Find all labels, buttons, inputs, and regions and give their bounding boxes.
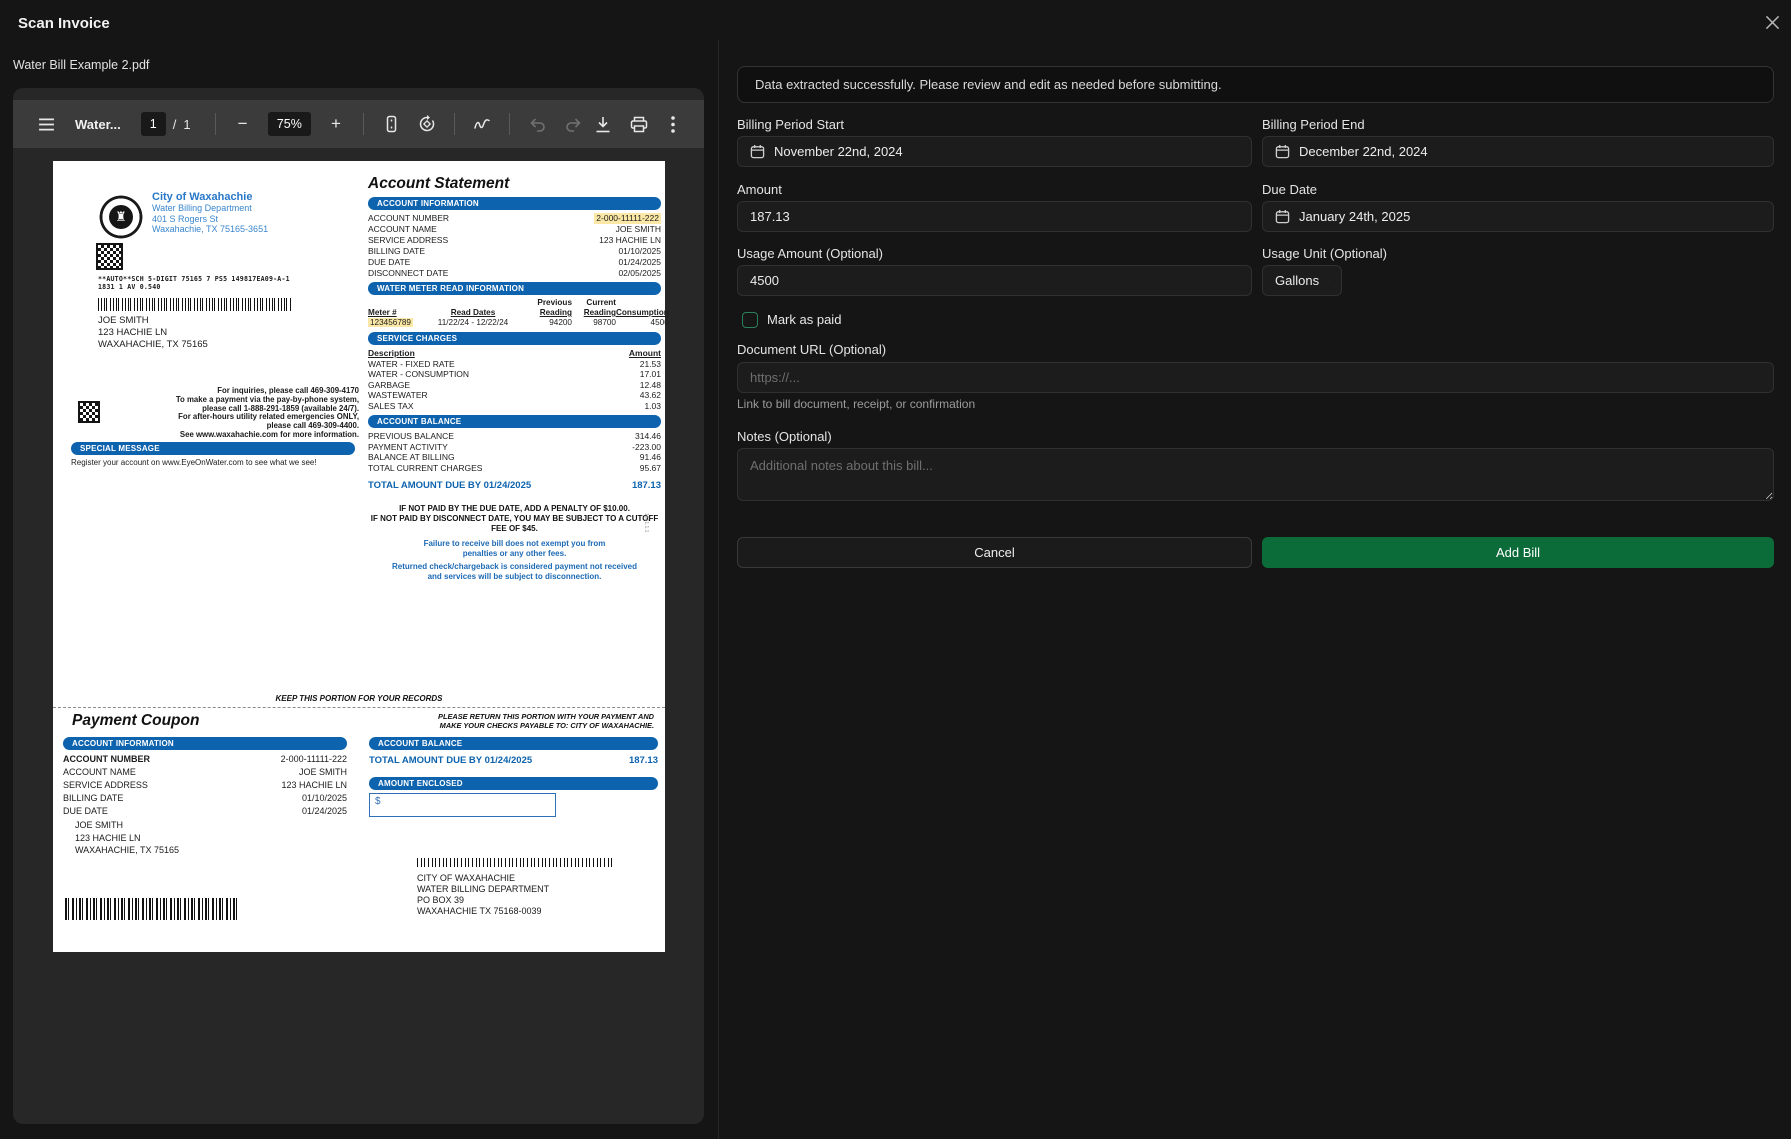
calendar-icon (1275, 144, 1290, 159)
toolbar-divider (363, 113, 364, 135)
account-information-header: ACCOUNT INFORMATION (368, 197, 661, 210)
usage-amount-input[interactable] (737, 265, 1252, 296)
account-statement-section: Account Statement ACCOUNT INFORMATION AC… (368, 175, 661, 582)
notes-label: Notes (Optional) (737, 429, 832, 444)
pdf-page: ♜ City of Waxahachie Water Billing Depar… (53, 161, 665, 952)
page-total: 1 (183, 117, 190, 132)
redo-icon[interactable] (558, 109, 588, 139)
calendar-icon (750, 144, 765, 159)
sender-dept: Water Billing Department (152, 203, 268, 214)
account-number-value: 2-000-11111-222 (594, 213, 661, 224)
total-amount-due-row: TOTAL AMOUNT DUE BY 01/24/2025 187.13 (368, 480, 661, 491)
pdf-viewer-panel: Water... 1 / 1 − 75% + (13, 88, 704, 1124)
special-message-text: Register your account on www.EyeOnWater.… (71, 458, 317, 467)
amount-input[interactable] (737, 201, 1252, 232)
coupon-total-due-row: TOTAL AMOUNT DUE BY 01/24/2025 187.13 (369, 755, 658, 766)
sender-city-state: Waxahachie, TX 75165-3651 (152, 224, 268, 235)
mark-as-paid-label: Mark as paid (767, 312, 841, 327)
fit-to-page-icon[interactable] (376, 109, 406, 139)
toolbar-divider (509, 113, 510, 135)
chevron-down-icon (1328, 278, 1329, 284)
meter-number-value: 123456789 (368, 318, 413, 327)
special-message-header: SPECIAL MESSAGE (71, 442, 355, 455)
zoom-level-input[interactable]: 75% (268, 112, 311, 136)
due-date-label: Due Date (1262, 182, 1317, 197)
statement-title: Account Statement (368, 175, 661, 193)
billing-period-end-label: Billing Period End (1262, 117, 1365, 132)
close-icon[interactable] (1758, 8, 1786, 36)
document-url-label: Document URL (Optional) (737, 342, 886, 357)
waxahachie-logo: ♜ (96, 192, 146, 242)
sender-street: 401 S Rogers St (152, 214, 268, 225)
calendar-icon (1275, 209, 1290, 224)
remit-to-block: CITY OF WAXAHACHIE WATER BILLING DEPARTM… (417, 873, 549, 917)
print-control-code: 1831.1.1 (643, 513, 649, 532)
meter-read-header: WATER METER READ INFORMATION (368, 282, 661, 295)
document-url-input[interactable] (737, 362, 1774, 393)
amount-enclosed-box: $ (369, 793, 556, 817)
tear-line (53, 707, 665, 708)
inquiries-block: For inquiries, please call 469-309-4170 … (113, 387, 359, 440)
download-icon[interactable] (588, 109, 618, 139)
meter-read-table: Previous Current Meter # Read Dates Read… (368, 298, 661, 328)
scan-invoice-modal: Scan Invoice Water Bill Example 2.pdf Wa… (0, 0, 1791, 1139)
more-options-icon[interactable] (658, 109, 688, 139)
billing-period-start-field[interactable]: November 22nd, 2024 (737, 136, 1252, 167)
page-title: Scan Invoice (18, 15, 110, 32)
panel-divider (718, 40, 719, 1139)
billing-period-end-field[interactable]: December 22nd, 2024 (1262, 136, 1774, 167)
cancel-button[interactable]: Cancel (737, 537, 1252, 568)
undo-icon[interactable] (522, 109, 552, 139)
status-message: Data extracted successfully. Please revi… (737, 66, 1774, 103)
postnet-barcode (417, 858, 613, 867)
recipient-city-state: WAXAHACHIE, TX 75165 (98, 339, 208, 351)
coupon-account-information-header: ACCOUNT INFORMATION (63, 737, 347, 750)
zoom-out-button[interactable]: − (228, 109, 258, 139)
recipient-address-block: JOE SMITH 123 HACHIE LN WAXAHACHIE, TX 7… (98, 315, 208, 351)
amount-label: Amount (737, 182, 782, 197)
mark-as-paid-checkbox[interactable] (742, 312, 758, 328)
recipient-street: 123 HACHIE LN (98, 327, 208, 339)
pdf-toolbar: Water... 1 / 1 − 75% + (13, 100, 704, 148)
account-balance-header: ACCOUNT BALANCE (368, 415, 661, 428)
keep-portion-note: KEEP THIS PORTION FOR YOUR RECORDS (53, 694, 665, 703)
qr-code (96, 243, 123, 270)
toolbar-divider (454, 113, 455, 135)
zoom-in-button[interactable]: + (321, 109, 351, 139)
payment-coupon-title: Payment Coupon (72, 712, 199, 730)
toolbar-divider (215, 113, 216, 135)
amount-enclosed-header: AMOUNT ENCLOSED (369, 777, 658, 790)
usage-unit-label: Usage Unit (Optional) (1262, 246, 1387, 261)
file-name: Water Bill Example 2.pdf (13, 58, 149, 72)
intelligent-mail-barcode (98, 298, 292, 311)
coupon-recipient-block: JOE SMITH 123 HACHIE LN WAXAHACHIE, TX 7… (75, 819, 179, 857)
page-separator: / (173, 117, 177, 132)
rotate-icon[interactable] (412, 109, 442, 139)
page-number-input[interactable]: 1 (141, 112, 166, 136)
qr-code-small (78, 401, 100, 423)
coupon-account-balance-header: ACCOUNT BALANCE (369, 737, 658, 750)
add-bill-button[interactable]: Add Bill (1262, 537, 1774, 568)
sender-city: City of Waxahachie (152, 191, 268, 203)
pdf-doc-title: Water... (75, 117, 121, 132)
usage-unit-select[interactable]: Gallons (1262, 265, 1342, 296)
sender-address-block: City of Waxahachie Water Billing Departm… (152, 191, 268, 235)
return-portion-note: PLEASE RETURN THIS PORTION WITH YOUR PAY… (411, 712, 654, 730)
account-barcode (65, 898, 237, 920)
service-charges-header: SERVICE CHARGES (368, 332, 661, 345)
print-icon[interactable] (624, 109, 654, 139)
notes-textarea[interactable] (737, 448, 1774, 501)
mail-sort-code: **AUTO**SCH 5-DIGIT 75165 7 PS5 149817EA… (98, 275, 290, 291)
recipient-name: JOE SMITH (98, 315, 208, 327)
usage-amount-label: Usage Amount (Optional) (737, 246, 883, 261)
menu-icon[interactable] (31, 109, 61, 139)
billing-period-start-label: Billing Period Start (737, 117, 844, 132)
annotate-pen-icon[interactable] (467, 109, 497, 139)
due-date-field[interactable]: January 24th, 2025 (1262, 201, 1774, 232)
document-url-helper: Link to bill document, receipt, or confi… (737, 397, 975, 411)
coupon-account-information-rows: ACCOUNT NUMBER2-000-11111-222 ACCOUNT NA… (63, 753, 347, 818)
